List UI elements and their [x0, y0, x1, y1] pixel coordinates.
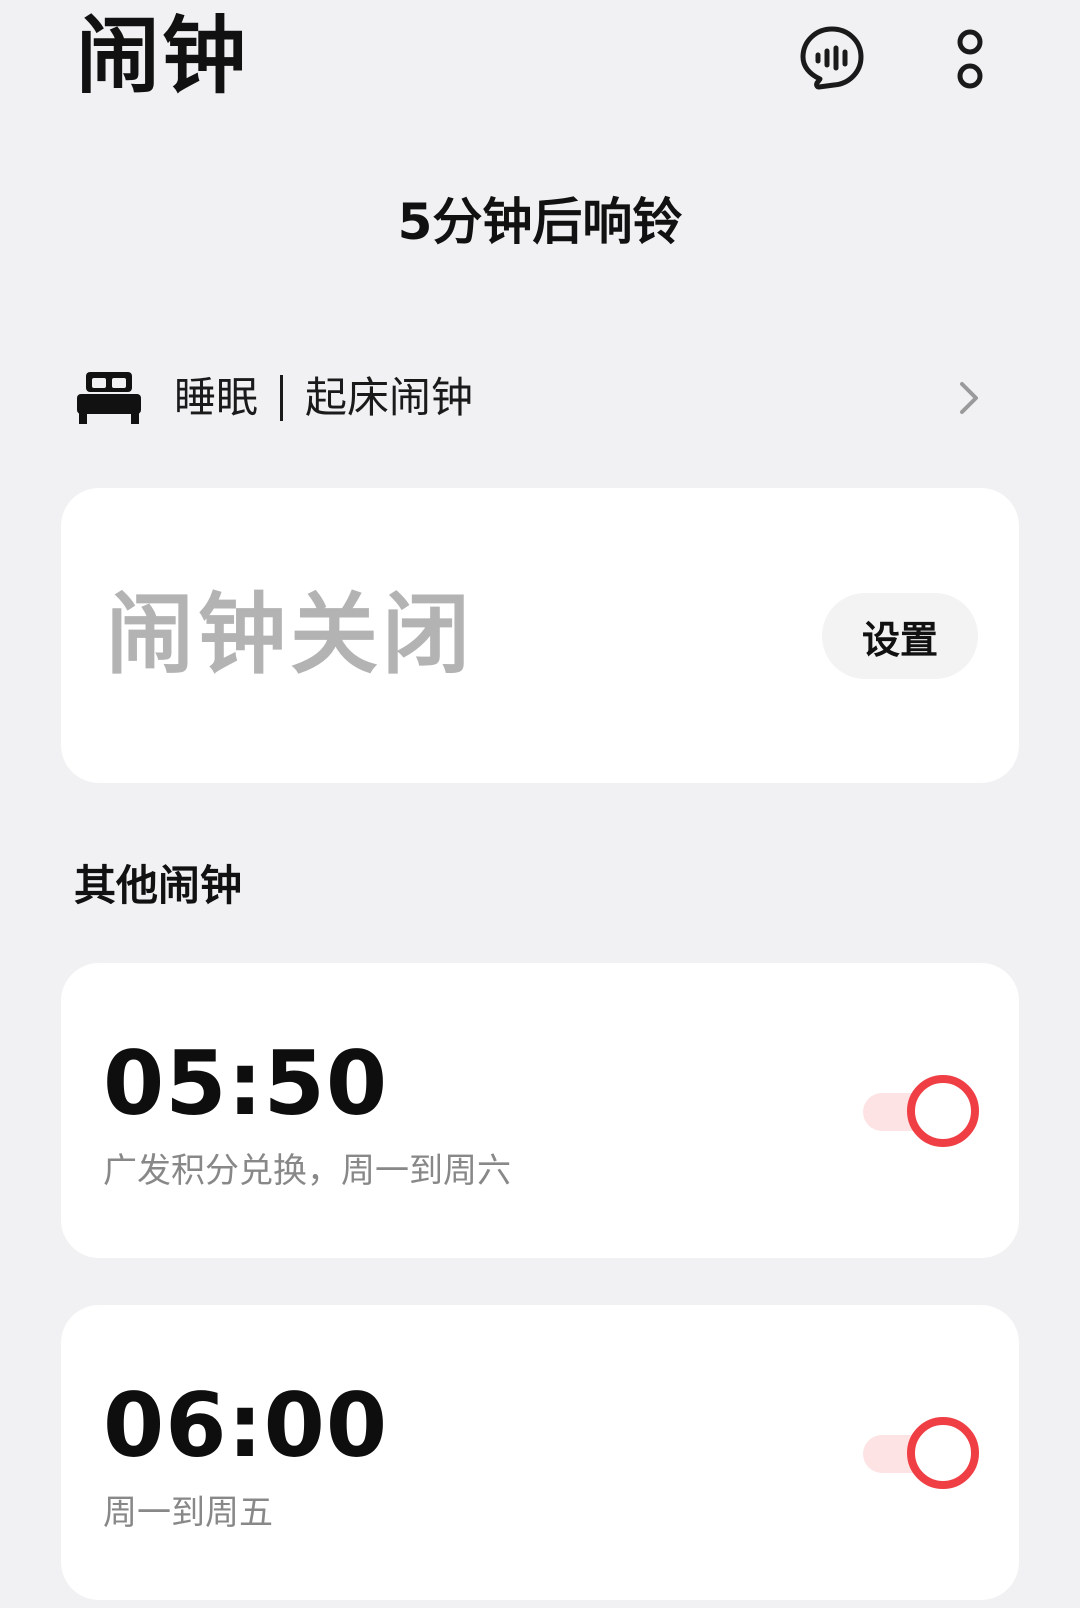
alarm-card[interactable]: 05:50 广发积分兑换，周一到周六: [61, 963, 1019, 1258]
sleep-label-right: 起床闹钟: [305, 373, 474, 422]
toggle-knob: [907, 1075, 979, 1147]
alarm-toggle[interactable]: [861, 1075, 981, 1147]
bed-icon: [76, 368, 142, 428]
next-alarm-countdown: 5分钟后响铃: [397, 193, 683, 251]
sleep-label: 睡眠 起床闹钟: [174, 368, 473, 428]
toggle-knob: [907, 1417, 979, 1489]
alarm-status: 闹钟关闭: [106, 583, 475, 686]
main-alarm-card: 闹钟关闭 设置: [61, 488, 1019, 783]
alarm-time: 06:00: [103, 1374, 389, 1477]
voice-assistant-icon: [800, 26, 864, 90]
alarm-card[interactable]: 06:00 周一到周五: [61, 1305, 1019, 1600]
alarm-description: 周一到周五: [103, 1493, 273, 1533]
header: 闹钟: [0, 0, 1080, 130]
more-vertical-icon: [957, 29, 983, 89]
alarm-time: 05:50: [103, 1032, 389, 1135]
other-alarms-title: 其他闹钟: [74, 861, 243, 910]
sleep-wake-alarm-entry[interactable]: 睡眠 起床闹钟: [76, 358, 1006, 438]
settings-button[interactable]: 设置: [822, 593, 978, 679]
voice-assistant-button[interactable]: [796, 22, 868, 94]
alarm-toggle[interactable]: [861, 1417, 981, 1489]
page-title: 闹钟: [76, 7, 249, 105]
more-options-button[interactable]: [942, 20, 998, 100]
alarm-description: 广发积分兑换，周一到周六: [103, 1151, 511, 1191]
chevron-right-icon: [960, 382, 978, 414]
divider: [280, 375, 284, 421]
sleep-label-left: 睡眠: [174, 373, 259, 422]
